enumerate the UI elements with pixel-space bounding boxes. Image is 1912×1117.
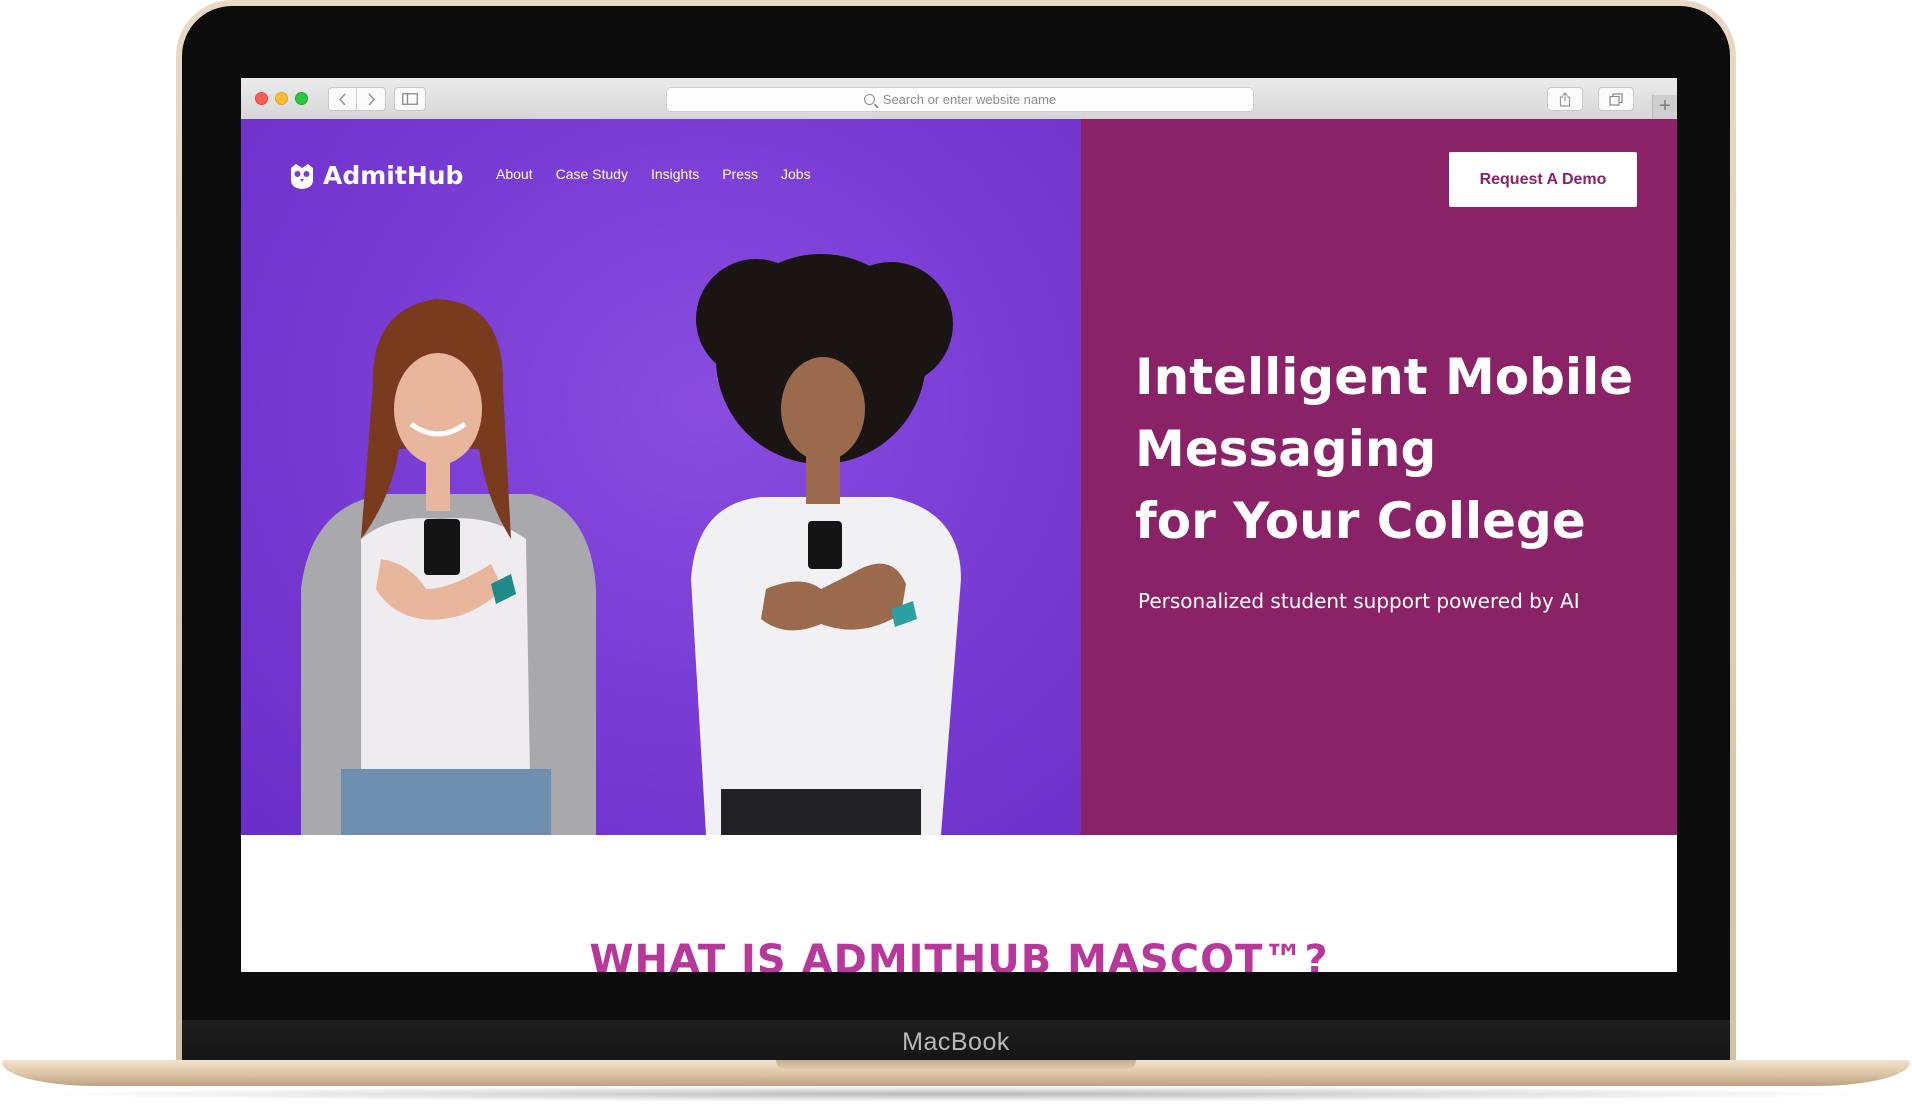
hero-text-panel: Request A Demo Intelligent Mobile Messag… <box>1081 119 1677 835</box>
zoom-window-button[interactable] <box>295 92 308 105</box>
search-icon <box>863 94 875 105</box>
nav-link-jobs[interactable]: Jobs <box>781 166 811 182</box>
owl-logo-icon <box>291 163 313 189</box>
nav-link-case-study[interactable]: Case Study <box>556 166 628 182</box>
web-page: AdmitHub About Case Study Insights Press… <box>241 119 1677 972</box>
laptop-shadow <box>30 1086 1882 1102</box>
browser-window: Search or enter website name + AdmitHub … <box>241 78 1677 972</box>
share-button[interactable] <box>1547 87 1583 111</box>
headline-line-3: for Your College <box>1135 492 1586 550</box>
headline-line-2: Messaging <box>1135 420 1437 478</box>
address-placeholder: Search or enter website name <box>882 92 1057 107</box>
sidebar-toggle-button[interactable] <box>394 87 426 111</box>
browser-toolbar: Search or enter website name + <box>241 78 1677 120</box>
back-button[interactable] <box>328 87 357 111</box>
new-tab-button[interactable]: + <box>1652 95 1677 119</box>
nav-link-press[interactable]: Press <box>722 166 758 182</box>
plus-icon: + <box>1659 95 1671 117</box>
forward-button[interactable] <box>357 87 386 111</box>
request-demo-button[interactable]: Request A Demo <box>1449 152 1637 207</box>
hero-image-panel: AdmitHub About Case Study Insights Press… <box>241 119 1081 835</box>
student-left-figure <box>301 299 596 835</box>
hero-subheadline: Personalized student support powered by … <box>1138 589 1580 613</box>
student-right-figure <box>691 254 961 835</box>
hero-headline: Intelligent Mobile Messaging for Your Co… <box>1135 341 1655 557</box>
history-nav <box>328 87 386 111</box>
share-icon <box>1559 91 1571 107</box>
tab-overview-button[interactable] <box>1598 87 1634 111</box>
minimize-window-button[interactable] <box>275 92 288 105</box>
nav-link-about[interactable]: About <box>496 166 533 182</box>
device-brand-label: MacBook <box>902 1028 1010 1056</box>
chevron-right-icon <box>367 92 375 106</box>
close-window-button[interactable] <box>255 92 268 105</box>
address-bar[interactable]: Search or enter website name <box>666 87 1254 112</box>
tabs-icon <box>1609 92 1623 106</box>
headline-line-1: Intelligent Mobile <box>1135 348 1634 406</box>
logo-text: AdmitHub <box>323 161 464 190</box>
laptop-notch <box>776 1060 1136 1070</box>
main-nav: About Case Study Insights Press Jobs <box>496 166 811 182</box>
students-photo <box>301 254 961 835</box>
section-title: WHAT IS ADMITHUB MASCOT™? <box>589 937 1329 972</box>
site-logo[interactable]: AdmitHub <box>289 161 463 190</box>
nav-link-insights[interactable]: Insights <box>651 166 699 182</box>
chevron-left-icon <box>338 92 346 106</box>
sidebar-icon <box>402 93 418 105</box>
